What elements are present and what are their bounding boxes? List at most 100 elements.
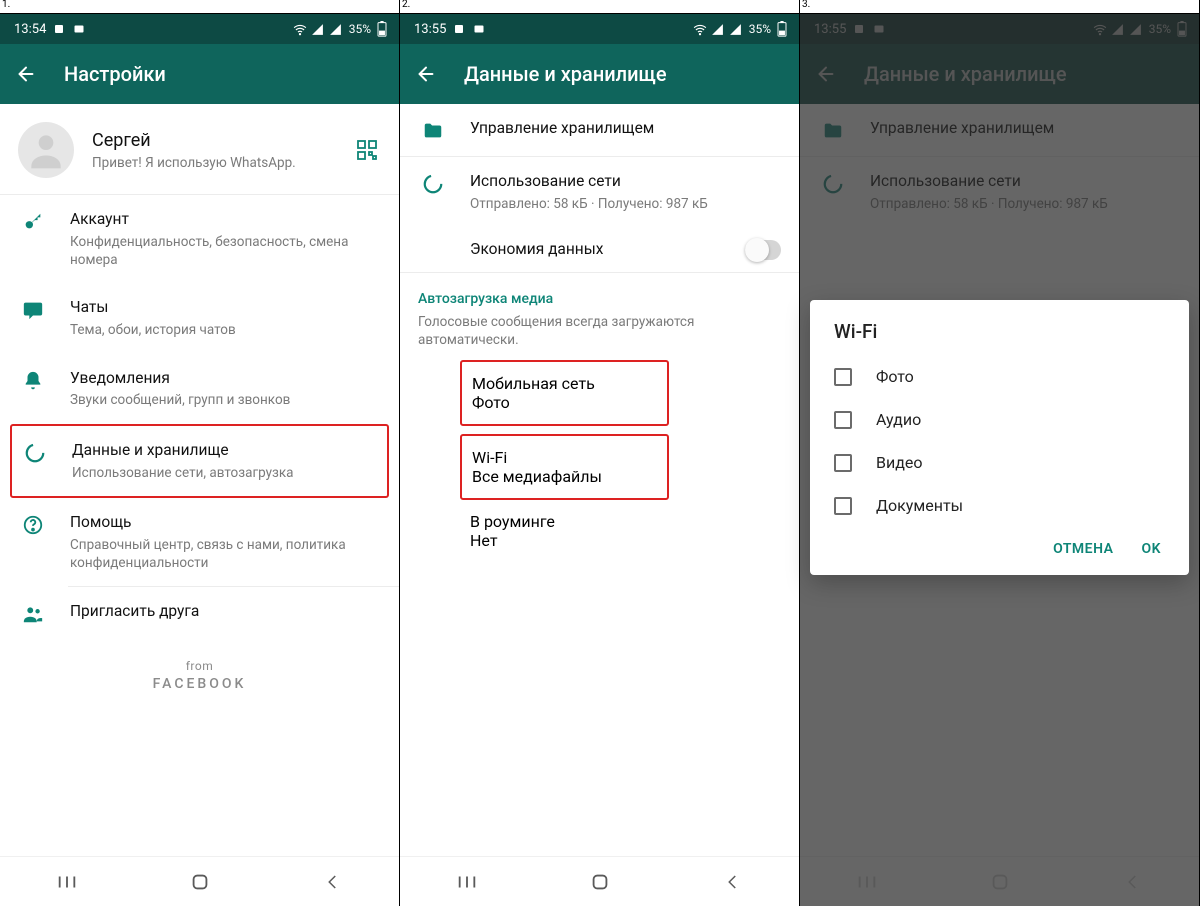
item-sub: Тема, обои, история чатов [70,321,381,339]
settings-item-chats[interactable]: Чаты Тема, обои, история чатов [0,283,399,353]
nav-home-button[interactable] [170,867,230,897]
settings-item-data-storage[interactable]: Данные и хранилище Использование сети, а… [12,426,387,496]
dialog-title: Wi-Fi [820,320,1179,355]
item-manage-storage[interactable]: Управление хранилищем [400,104,799,156]
system-nav-bar [400,856,799,906]
item-sub: Нет [470,531,781,550]
item-title: Управление хранилищем [470,118,781,139]
item-title: Пригласить друга [70,601,381,622]
settings-content: Сергей Привет! Я использую WhatsApp. Акк… [0,104,399,856]
checkbox[interactable] [834,411,852,429]
status-bar: 13:54 35% [0,14,399,44]
settings-item-account[interactable]: Аккаунт Конфиденциальность, безопасность… [0,195,399,283]
battery-text: 35% [349,22,371,36]
wifi-autodownload-dialog: Wi-Fi Фото Аудио Видео Документы ОТМЕНА … [810,300,1189,575]
nav-recents-button[interactable] [37,867,97,897]
notif-icon-1 [452,22,466,36]
data-usage-icon [418,171,448,195]
option-audio[interactable]: Аудио [820,398,1179,441]
item-data-saver[interactable]: Экономия данных [400,227,799,272]
item-title: Помощь [70,512,381,533]
screenshot-2: 2. 13:55 35% Данные и хранилище Управлен… [400,0,800,906]
item-sub: Все медиафайлы [472,467,649,486]
ok-button[interactable]: OK [1141,541,1161,557]
nav-recents-button[interactable] [437,867,497,897]
panel-label-1: 1. [2,0,10,12]
checkbox[interactable] [834,368,852,386]
settings-item-help[interactable]: Помощь Справочный центр, связь с нами, п… [0,498,399,586]
signal-2-icon [729,22,743,36]
item-title: Данные и хранилище [72,440,379,461]
item-network-usage[interactable]: Использование сети Отправлено: 58 кБ · П… [400,157,799,227]
checkbox[interactable] [834,454,852,472]
option-documents[interactable]: Документы [820,484,1179,527]
item-title: Экономия данных [470,239,723,260]
checkbox[interactable] [834,497,852,515]
settings-item-invite[interactable]: Пригласить друга [0,587,399,639]
nav-home-button[interactable] [570,867,630,897]
option-photo[interactable]: Фото [820,355,1179,398]
app-bar: Настройки [0,44,399,104]
highlight-mobile: Мобильная сеть Фото [460,360,669,426]
qr-code-button[interactable] [353,136,381,164]
screenshot-1: 1. 13:54 35% Настройки Сергей Привет [0,0,400,906]
page-title: Настройки [64,62,166,86]
item-sub: Использование сети, автозагрузка [72,464,379,482]
battery-icon [775,22,789,36]
avatar [18,122,74,178]
highlight-data-storage: Данные и хранилище Использование сети, а… [10,424,389,498]
item-mobile-data[interactable]: Мобильная сеть Фото [462,362,667,424]
footer-brand: from FACEBOOK [0,639,399,692]
item-sub: Отправлено: 58 кБ · Получено: 987 кБ [470,195,781,213]
bell-icon [18,368,48,392]
battery-icon [375,22,389,36]
option-label: Фото [876,367,914,386]
panel-label-3: 3. [802,0,810,12]
key-icon [18,209,48,233]
item-title: Мобильная сеть [472,374,649,393]
back-button[interactable] [14,62,38,86]
data-storage-content: Управление хранилищем Использование сети… [400,104,799,856]
screenshot-3: 3. 13:55 35% Данные и хранилище [800,0,1200,906]
people-icon [18,601,48,625]
page-title: Данные и хранилище [464,62,667,86]
wifi-icon [293,22,307,36]
item-wifi[interactable]: Wi-Fi Все медиафайлы [462,436,667,498]
option-label: Аудио [876,410,921,429]
item-title: Чаты [70,297,381,318]
status-bar: 13:55 35% [400,14,799,44]
option-label: Видео [876,453,922,472]
profile-row[interactable]: Сергей Привет! Я использую WhatsApp. [0,104,399,194]
item-sub: Справочный центр, связь с нами, политика… [70,536,381,572]
nav-back-button[interactable] [303,867,363,897]
folder-icon [418,118,448,142]
panel-label-2: 2. [402,0,410,12]
item-sub: Фото [472,393,649,412]
notif-icon-2 [72,22,86,36]
nav-back-button[interactable] [703,867,763,897]
highlight-wifi: Wi-Fi Все медиафайлы [460,434,669,500]
signal-2-icon [329,22,343,36]
item-sub: Конфиденциальность, безопасность, смена … [70,233,381,269]
data-saver-toggle[interactable] [745,240,781,260]
item-title: Уведомления [70,368,381,389]
signal-1-icon [311,22,325,36]
cancel-button[interactable]: ОТМЕНА [1053,541,1113,557]
notif-icon-2 [472,22,486,36]
item-title: Использование сети [470,171,781,192]
notif-icon-1 [52,22,66,36]
item-roaming[interactable]: В роуминге Нет [400,500,799,562]
data-usage-icon [20,440,50,464]
settings-item-notifications[interactable]: Уведомления Звуки сообщений, групп и зво… [0,354,399,424]
profile-name: Сергей [92,130,335,151]
signal-1-icon [711,22,725,36]
item-sub: Звуки сообщений, групп и звонков [70,391,381,409]
chat-icon [18,297,48,321]
battery-text: 35% [749,22,771,36]
option-video[interactable]: Видео [820,441,1179,484]
help-icon [18,512,48,536]
section-header-autodownload: Автозагрузка медиа [400,273,799,311]
option-label: Документы [876,496,963,515]
back-button[interactable] [414,62,438,86]
item-title: Аккаунт [70,209,381,230]
